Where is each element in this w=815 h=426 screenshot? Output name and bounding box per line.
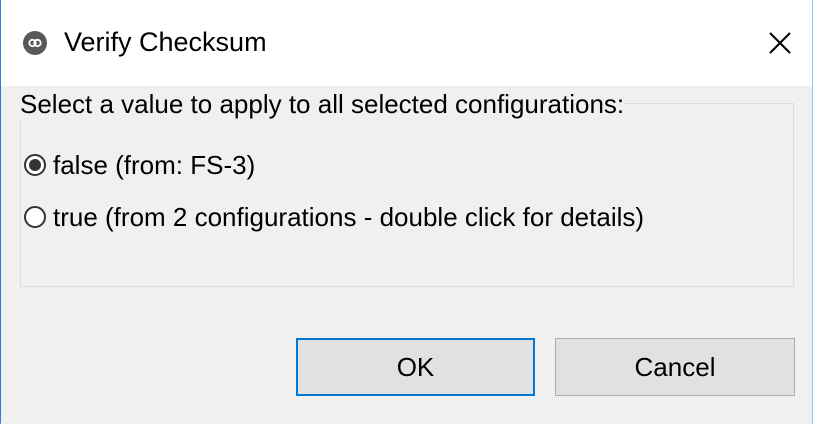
radio-true[interactable] [24,206,46,228]
close-icon[interactable] [762,25,798,61]
cancel-button[interactable]: Cancel [555,338,795,396]
option-true-row[interactable]: true (from 2 configurations - double cli… [24,200,644,234]
value-group [20,103,794,287]
radio-false[interactable] [24,154,46,176]
title-bar[interactable]: Verify Checksum [1,0,812,86]
group-legend: Select a value to apply to all selected … [20,86,625,122]
option-true-label[interactable]: true (from 2 configurations - double cli… [53,200,644,234]
dialog-body: Select a value to apply to all selected … [1,86,812,424]
ok-button[interactable]: OK [296,338,535,396]
window-title: Verify Checksum [64,27,267,57]
option-false-label[interactable]: false (from: FS-3) [53,148,255,182]
dialog-window: Verify Checksum Select a value to apply … [0,0,813,424]
app-logo-icon [23,31,47,55]
option-false-row[interactable]: false (from: FS-3) [24,148,255,182]
